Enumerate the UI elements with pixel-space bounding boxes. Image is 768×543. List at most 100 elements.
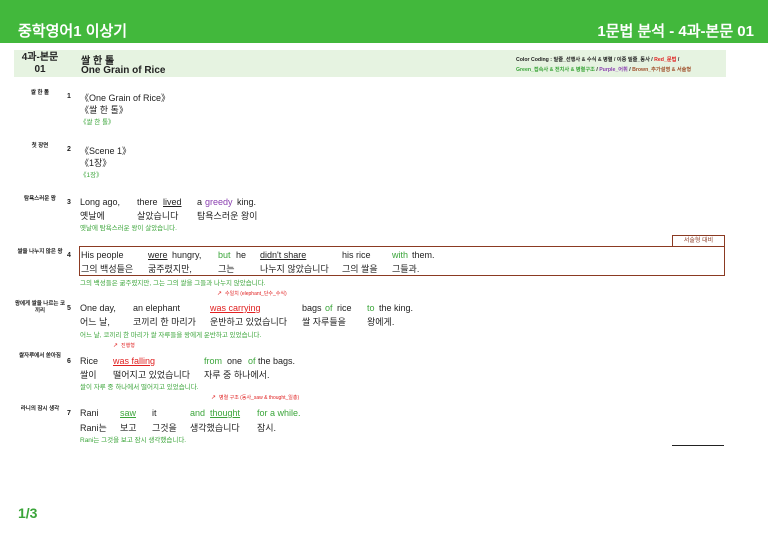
section-label: 왕에게 쌀을 나르는 코끼리 — [14, 301, 66, 314]
preposition-word: of — [325, 303, 333, 313]
translation: Rani는 그것을 보고 잠시 생각했습니다. — [80, 437, 187, 444]
sentence-number: 6 — [67, 358, 71, 365]
kor-word: 왕에게. — [367, 317, 395, 327]
preposition-word: with — [392, 250, 409, 260]
divider — [672, 445, 724, 446]
kor-word: 그의 백성들은 — [81, 264, 134, 274]
translation: 어느 날, 코끼리 한 마리가 쌀 자루들을 왕에게 운반하고 있었습니다. — [80, 332, 262, 339]
kor-word: 보고 — [120, 423, 137, 433]
kor-word: 쌀이 — [80, 370, 97, 380]
preposition-word: from — [204, 356, 222, 366]
sentence-number: 4 — [67, 252, 71, 259]
verb-word: were — [148, 250, 168, 260]
section-label: 첫 장면 — [31, 143, 49, 149]
verb-word: thought — [210, 408, 241, 418]
section-label: 탐욕스러운 왕 — [24, 196, 56, 202]
lesson-bar: 4과-본문 01 쌀 한 톨 One Grain of Rice Color C… — [14, 50, 726, 77]
word: bags — [302, 303, 322, 313]
grammar-note: ↗ 진행형 — [113, 342, 135, 349]
word: one — [227, 356, 243, 366]
kor-word: 잠시. — [257, 423, 277, 433]
translation: 《쌀 한 톨》 — [80, 119, 115, 126]
grammar-note-text: 병렬 구조 (동사_saw & thought_일총) — [219, 395, 300, 401]
arrow-icon: ↗ — [217, 291, 223, 297]
word: a — [197, 197, 203, 207]
lesson-code: 4과-본문 01 — [14, 52, 66, 76]
color-legend: Color Coding : 밑줄_선행사 & 수식 & 병렬 / 이중 밑줄_… — [516, 55, 722, 75]
lesson-code-line1: 4과-본문 — [21, 52, 59, 63]
word: Long ago, — [80, 197, 121, 207]
word: them. — [412, 250, 435, 260]
sentence-number: 5 — [67, 305, 71, 312]
kor-word: 쌀 자루들을 — [302, 317, 346, 327]
kor-word: 생각했습니다 — [190, 423, 240, 433]
header-title-left: 중학영어1 이상기 — [18, 23, 128, 40]
kor-word: 그의 쌀을 — [342, 264, 378, 274]
word: there — [137, 197, 158, 207]
section-label: 라니의 잠시 생각 — [20, 406, 60, 412]
translation: 《1장》 — [80, 172, 103, 179]
word: Rice — [80, 356, 99, 366]
sentence-number: 7 — [67, 410, 71, 417]
preposition-word: of — [248, 356, 256, 366]
header-title-right: 1문법 분석 - 4과-본문 01 — [597, 23, 754, 40]
kor-word: Rani는 — [80, 423, 107, 433]
word: an elephant — [133, 303, 181, 313]
grammar-verb-word: was carrying — [210, 303, 261, 313]
word: His people — [81, 250, 124, 260]
section-label: 쌀 한 톨 — [30, 90, 50, 96]
word: hungry, — [172, 250, 202, 260]
verb-word: saw — [120, 408, 137, 418]
grammar-note-text: 수일치 (elephant_단수_수식) — [225, 291, 287, 297]
kor-word: 떨어지고 있었습니다 — [113, 370, 191, 380]
kor-word: 나누지 않았습니다 — [260, 264, 329, 274]
header-bar: 중학영어1 이상기 1문법 분석 - 4과-본문 01 — [0, 0, 768, 43]
grammar-note: ↗ 병렬 구조 (동사_saw & thought_일총) — [211, 394, 299, 401]
arrow-icon: ↗ — [211, 395, 217, 401]
grammar-note: ↗ 수일치 (elephant_단수_수식) — [217, 290, 287, 297]
kor-word: 운반하고 있었습니다 — [210, 317, 288, 327]
conjunction-word: but — [218, 250, 231, 260]
kor-word: 탐욕스러운 왕이 — [197, 211, 258, 221]
section-label: 쌀을 나누지 않은 왕 — [17, 249, 63, 255]
grammar-note-text: 진행형 — [121, 343, 135, 349]
translation: 그의 백성들은 굶주렸지만, 그는 그의 쌀을 그들과 나누지 않았습니다. — [80, 280, 266, 287]
word: it — [152, 408, 157, 418]
sentence-number: 1 — [67, 93, 71, 100]
legend-text: Color Coding : 밑줄_선행사 & 수식 & 병렬 / 이중 밑줄_… — [516, 57, 655, 63]
word: One day, — [80, 303, 116, 313]
kor-word: 굶주렸지만, — [148, 264, 192, 274]
kor-word: 자루 중 하나에서. — [204, 370, 270, 380]
legend-green: Green_접속사 & 전치사 & 병렬구조 — [516, 67, 595, 73]
lesson-eng-title: One Grain of Rice — [81, 65, 166, 76]
legend-brown: Brown_추가설명 & 서술형 — [632, 67, 692, 73]
section-label: 쌀자루에서 쏟아짐 — [18, 353, 61, 359]
word: king. — [237, 197, 257, 207]
preposition-word: for a while. — [257, 408, 301, 418]
word: the bags. — [258, 356, 296, 366]
legend-red: Red_문법 — [654, 57, 677, 63]
kor-word: 그것을 — [152, 423, 177, 433]
legend-purple: Purple_어휘 — [599, 67, 628, 73]
word: his rice — [342, 250, 371, 260]
grammar-verb-word: was falling — [113, 356, 156, 366]
kor-word: 어느 날, — [80, 317, 110, 327]
word: the king. — [379, 303, 414, 313]
word: rice — [337, 303, 352, 313]
conjunction-word: and — [190, 408, 206, 418]
kor-word: 살았습니다 — [137, 211, 179, 221]
korean-line: 《1장》 — [80, 158, 112, 168]
kor-word: 그는 — [218, 264, 235, 274]
kor-word: 코끼리 한 마리가 — [133, 317, 196, 327]
verb-word: lived — [163, 197, 182, 207]
translation: 옛날에 탐욕스러운 왕이 살았습니다. — [80, 225, 177, 232]
preposition-word: to — [367, 303, 375, 313]
lesson-code-line2: 01 — [34, 64, 46, 75]
kor-word: 그들과. — [392, 264, 420, 274]
sentence-number: 3 — [67, 199, 71, 206]
vocab-word: greedy — [205, 197, 233, 207]
word: Rani — [80, 408, 99, 418]
translation: 쌀이 자루 중 하나에서 떨어지고 있었습니다. — [80, 384, 199, 391]
sentence-number: 2 — [67, 146, 71, 153]
legend-text: / — [676, 57, 680, 63]
